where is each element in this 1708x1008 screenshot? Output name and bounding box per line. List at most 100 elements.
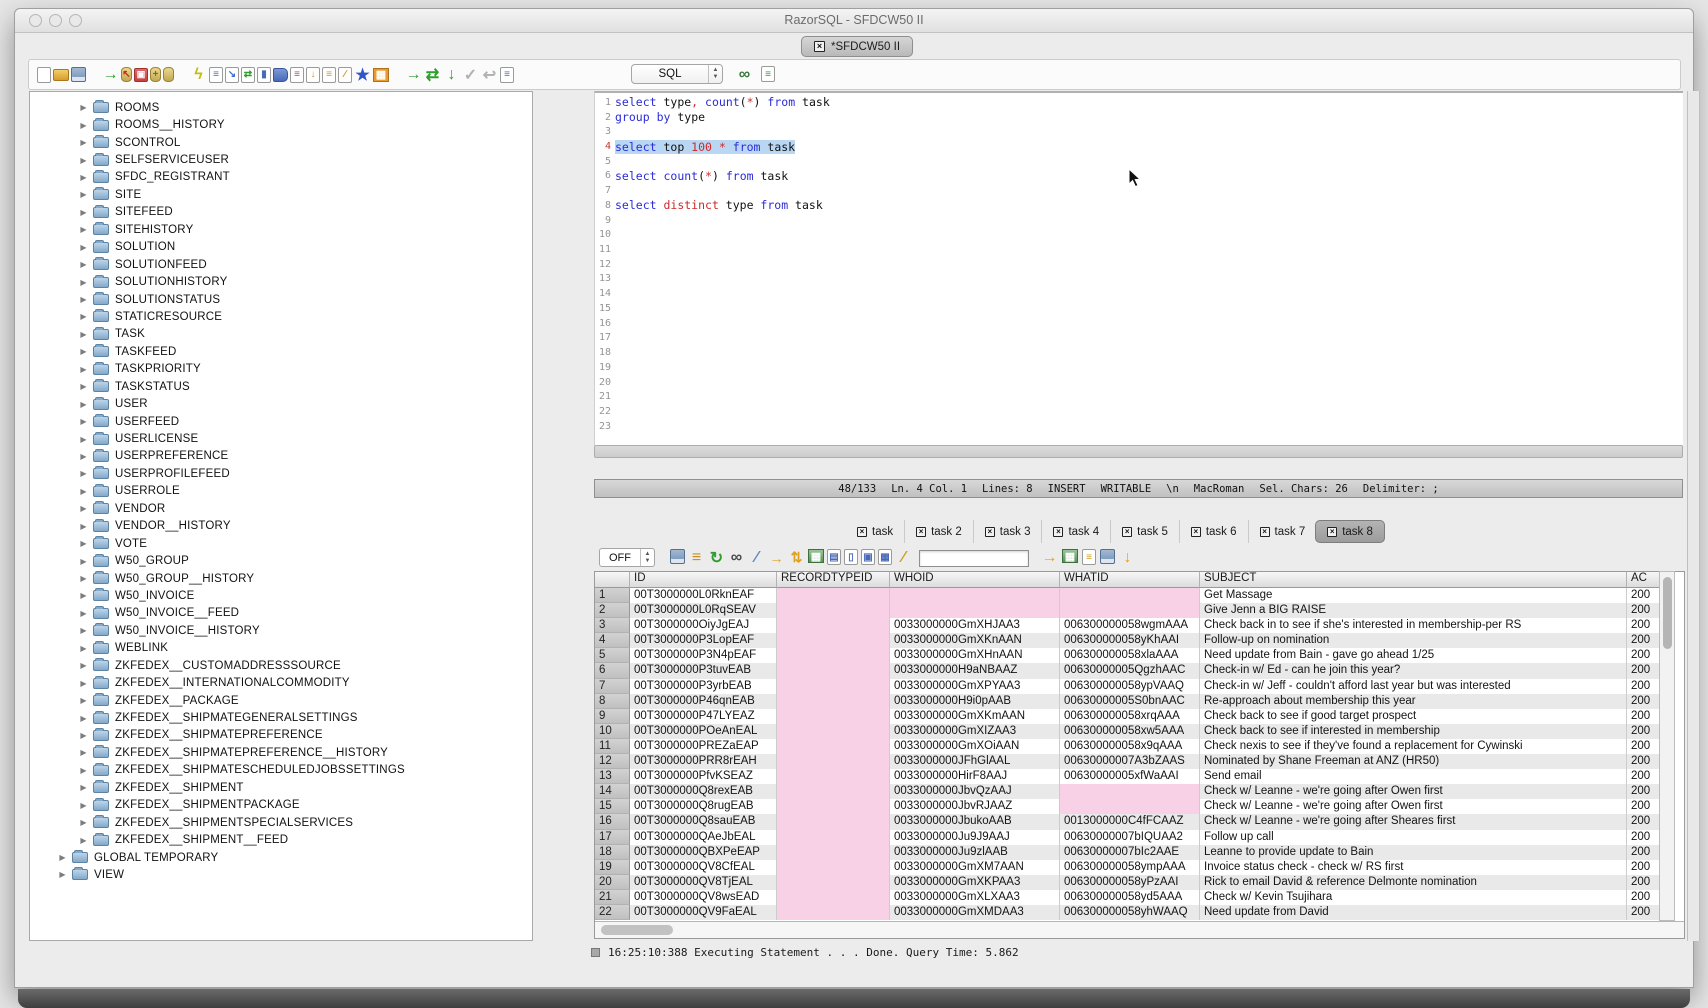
table-row[interactable]: 1500T3000000Q8rugEAB0033000000JbvRJAAZCh… — [595, 799, 1684, 814]
table-cell[interactable] — [1060, 588, 1200, 603]
tree-item-selfserviceuser[interactable]: ▶SELFSERVICEUSER — [30, 151, 532, 168]
tree-item-global-temporary[interactable]: ▶GLOBAL TEMPORARY — [30, 849, 532, 866]
disclosure-triangle-icon[interactable]: ▶ — [77, 801, 90, 810]
table-cell[interactable]: 00T3000000Q8rugEAB — [630, 799, 777, 814]
result-tab-task-5[interactable]: ×task 5 — [1110, 520, 1179, 543]
rollback-icon[interactable]: ↩ — [481, 66, 498, 83]
table-cell[interactable]: Give Jenn a BIG RAISE — [1200, 603, 1627, 618]
tree-item-w50-invoice[interactable]: ▶W50_INVOICE — [30, 587, 532, 604]
table-cell[interactable]: Check back in to see if she's interested… — [1200, 618, 1627, 633]
table-cell[interactable]: 00630000005xfWaAAI — [1060, 769, 1200, 784]
execute-sql-icon[interactable]: ϟ — [190, 66, 207, 83]
table-cell[interactable] — [1060, 799, 1200, 814]
table-cell[interactable] — [777, 814, 890, 829]
table-row[interactable]: 1700T3000000QAeJbEAL0033000000Ju9J9AAJ00… — [595, 830, 1684, 845]
tree-item-taskpriority[interactable]: ▶TASKPRIORITY — [30, 361, 532, 378]
table-cell[interactable]: 00T3000000QV9FaEAL — [630, 905, 777, 920]
tree-item-sitefeed[interactable]: ▶SITEFEED — [30, 204, 532, 221]
editor-line[interactable]: 8select distinct type from task — [595, 198, 1683, 213]
tree-item-view[interactable]: ▶VIEW — [30, 866, 532, 883]
column-header-recordtypeid[interactable]: RECORDTYPEID — [777, 572, 890, 588]
new-note-icon[interactable]: ≡ — [1082, 549, 1096, 565]
list-tables-icon[interactable]: ≡ — [290, 67, 304, 83]
table-cell[interactable]: 006300000058yKhAAI — [1060, 633, 1200, 648]
editor-tab[interactable]: × *SFDCW50 II — [801, 36, 913, 57]
tree-item-zkfedex-shipmatepreference-history[interactable]: ▶ZKFEDEX__SHIPMATEPREFERENCE__HISTORY — [30, 744, 532, 761]
table-cell[interactable] — [777, 588, 890, 603]
table-cell[interactable]: 00630000007A3bZAAS — [1060, 754, 1200, 769]
table-cell[interactable]: Check w/ Leanne - we're going after Owen… — [1200, 799, 1627, 814]
table-cell[interactable]: 006300000058xrqAAA — [1060, 709, 1200, 724]
table-cell[interactable]: 00T3000000P3LopEAF — [630, 633, 777, 648]
table-cell[interactable]: 00T3000000QBXPeEAP — [630, 845, 777, 860]
disclosure-triangle-icon[interactable]: ▶ — [77, 609, 90, 618]
tree-item-zkfedex-shipment-feed[interactable]: ▶ZKFEDEX__SHIPMENT__FEED — [30, 831, 532, 848]
table-cell[interactable] — [777, 905, 890, 920]
close-tab-icon[interactable]: × — [1191, 527, 1201, 537]
tree-item-w50-invoice-history[interactable]: ▶W50_INVOICE__HISTORY — [30, 622, 532, 639]
tree-item-rooms-history[interactable]: ▶ROOMS__HISTORY — [30, 116, 532, 133]
editor-line[interactable]: 3 — [595, 124, 1683, 139]
disclosure-triangle-icon[interactable]: ▶ — [77, 487, 90, 496]
disclosure-triangle-icon[interactable]: ▶ — [77, 574, 90, 583]
favorites-star-icon[interactable]: ★ — [354, 66, 371, 83]
disclosure-triangle-icon[interactable]: ▶ — [77, 243, 90, 252]
tree-item-zkfedex-internationalcommodity[interactable]: ▶ZKFEDEX__INTERNATIONALCOMMODITY — [30, 674, 532, 691]
columns-view-icon[interactable]: ▤ — [827, 549, 841, 565]
table-cell[interactable]: Follow-up on nomination — [1200, 633, 1627, 648]
editor-line[interactable]: 21 — [595, 389, 1683, 404]
new-connection-icon[interactable]: + — [150, 67, 161, 82]
disclosure-triangle-icon[interactable]: ▶ — [77, 661, 90, 670]
export-results-icon[interactable]: ▦ — [1062, 549, 1078, 563]
table-row[interactable]: 600T3000000P3tuvEAB0033000000H9aNBAAZ006… — [595, 663, 1684, 678]
close-tab-icon[interactable]: × — [916, 527, 926, 537]
refresh-icon[interactable]: ↻ — [708, 549, 725, 566]
tree-item-taskstatus[interactable]: ▶TASKSTATUS — [30, 378, 532, 395]
table-row[interactable]: 1800T3000000QBXPeEAP0033000000Ju9zlAAB00… — [595, 845, 1684, 860]
table-cell[interactable]: Check w/ Kevin Tsujihara — [1200, 890, 1627, 905]
disclosure-triangle-icon[interactable]: ▶ — [77, 225, 90, 234]
table-cell[interactable]: 00T3000000PfvKSEAZ — [630, 769, 777, 784]
table-cell[interactable]: 006300000058ypVAAQ — [1060, 679, 1200, 694]
tree-item-w50-group[interactable]: ▶W50_GROUP — [30, 552, 532, 569]
tree-item-userrole[interactable]: ▶USERROLE — [30, 483, 532, 500]
editor-line[interactable]: 23 — [595, 419, 1683, 434]
editor-line[interactable]: 5 — [595, 154, 1683, 169]
table-cell[interactable]: 0033000000GmXPYAA3 — [890, 679, 1060, 694]
editor-line[interactable]: 12 — [595, 257, 1683, 272]
table-row[interactable]: 200T3000000L0RqSEAVGive Jenn a BIG RAISE… — [595, 603, 1684, 618]
table-row[interactable]: 800T3000000P46qnEAB0033000000H9i0pAAB006… — [595, 694, 1684, 709]
new-file-icon[interactable] — [37, 67, 51, 83]
results-format-icon[interactable]: ≡ — [761, 66, 775, 82]
table-cell[interactable]: 006300000058x9qAAA — [1060, 739, 1200, 754]
editor-line[interactable]: 1select type, count(*) from task — [595, 95, 1683, 110]
close-tab-icon[interactable]: × — [1053, 527, 1063, 537]
history-icon[interactable]: ≡ — [500, 67, 514, 83]
disclosure-triangle-icon[interactable]: ▶ — [77, 103, 90, 112]
table-cell[interactable] — [777, 709, 890, 724]
tree-item-sitehistory[interactable]: ▶SITEHISTORY — [30, 221, 532, 238]
connect-icon[interactable]: → — [102, 66, 119, 83]
table-cell[interactable]: 00630000007bIQUAA2 — [1060, 830, 1200, 845]
sql-mode-select[interactable]: SQL ▲▼ — [631, 64, 723, 84]
tree-item-solutionhistory[interactable]: ▶SOLUTIONHISTORY — [30, 273, 532, 290]
table-cell[interactable]: 00T3000000POeAnEAL — [630, 724, 777, 739]
table-row[interactable]: 2200T3000000QV9FaEAL0033000000GmXMDAA300… — [595, 905, 1684, 920]
table-cell[interactable]: Follow up call — [1200, 830, 1627, 845]
table-row[interactable]: 400T3000000P3LopEAF0033000000GmXKnAAN006… — [595, 633, 1684, 648]
export-icon[interactable]: ↘ — [225, 67, 239, 83]
results-search-input[interactable] — [919, 550, 1029, 567]
disclosure-triangle-icon[interactable]: ▶ — [77, 748, 90, 757]
tree-item-zkfedex-shipmentpackage[interactable]: ▶ZKFEDEX__SHIPMENTPACKAGE — [30, 797, 532, 814]
table-cell[interactable]: 00630000005QgzhAAC — [1060, 663, 1200, 678]
table-cell[interactable]: Need update from David — [1200, 905, 1627, 920]
editor-line[interactable]: 4select top 100 * from task — [595, 139, 1683, 154]
table-row[interactable]: 900T3000000P47LYEAZ0033000000GmXKmAAN006… — [595, 709, 1684, 724]
disclosure-triangle-icon[interactable]: ▶ — [77, 121, 90, 130]
tree-item-staticresource[interactable]: ▶STATICRESOURCE — [30, 308, 532, 325]
table-row[interactable]: 1000T3000000POeAnEAL0033000000GmXIZAA300… — [595, 724, 1684, 739]
tree-item-taskfeed[interactable]: ▶TASKFEED — [30, 343, 532, 360]
close-tab-icon[interactable]: × — [1260, 527, 1270, 537]
table-cell[interactable]: 0033000000HirF8AAJ — [890, 769, 1060, 784]
table-cell[interactable]: 0033000000GmXIZAA3 — [890, 724, 1060, 739]
